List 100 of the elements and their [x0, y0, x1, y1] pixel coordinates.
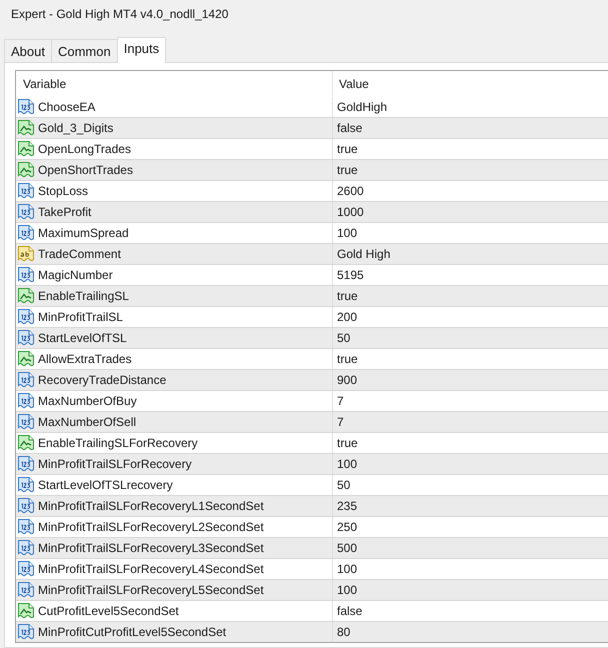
value-cell-text: true: [336, 288, 359, 305]
window-title: Expert - Gold High MT4 v4.0_nodll_1420: [11, 7, 228, 21]
parameter-row[interactable]: TradeComment Gold High: [16, 243, 608, 264]
variable-name: MinProfitTrailSLForRecoveryL1SecondSet: [38, 499, 264, 513]
value-cell-text: 100: [336, 456, 358, 473]
variable-name: MinProfitTrailSLForRecoveryL2SecondSet: [38, 520, 264, 534]
variable-name: CutProfitLevel5SecondSet: [38, 604, 179, 618]
variable-name: ChooseEA: [38, 100, 96, 114]
value-cell-text: 50: [336, 330, 352, 347]
chart-page-icon: [18, 435, 34, 451]
value-cell-text: true: [336, 141, 359, 158]
numbers-page-icon: [18, 372, 34, 388]
numbers-page-icon: [18, 309, 34, 325]
numbers-page-icon: [18, 498, 34, 514]
numbers-page-icon: [18, 540, 34, 556]
variable-name: AllowExtraTrades: [38, 352, 132, 366]
parameter-row[interactable]: EnableTrailingSL true: [16, 285, 608, 306]
numbers-page-icon: [18, 519, 34, 535]
value-cell-text: 100: [336, 561, 358, 578]
variable-name: MaxNumberOfSell: [38, 415, 136, 429]
value-cell-text: 250: [336, 519, 358, 536]
value-cell-text: true: [336, 162, 359, 179]
parameter-row[interactable]: MinProfitTrailSLForRecoveryL5SecondSet 100: [16, 579, 608, 600]
chart-page-icon: [18, 288, 34, 304]
numbers-page-icon: [18, 204, 34, 220]
letters-page-icon: [18, 246, 34, 262]
parameter-row[interactable]: StartLevelOfTSLrecovery 50: [16, 474, 608, 495]
variable-name: MinProfitTrailSL: [38, 310, 123, 324]
tab[interactable]: Inputs: [116, 37, 166, 63]
value-cell-text: 500: [336, 540, 358, 557]
value-cell-text: 100: [336, 582, 358, 599]
numbers-page-icon: [18, 267, 34, 283]
numbers-page-icon: [18, 477, 34, 493]
numbers-page-icon: [18, 99, 34, 115]
numbers-page-icon: [18, 225, 34, 241]
parameter-row[interactable]: RecoveryTradeDistance 900: [16, 369, 608, 390]
parameter-row[interactable]: StopLoss 2600: [16, 180, 608, 201]
value-cell-text: 7: [336, 414, 345, 431]
value-cell-text: 2600: [336, 183, 365, 200]
parameter-row[interactable]: MinProfitTrailSLForRecoveryL4SecondSet 100: [16, 558, 608, 579]
variable-name: MinProfitTrailSLForRecoveryL5SecondSet: [38, 583, 264, 597]
variable-name: MinProfitTrailSLForRecoveryL4SecondSet: [38, 562, 264, 576]
value-cell-text: 200: [336, 309, 358, 326]
column-header[interactable]: Value: [333, 71, 608, 96]
parameter-row[interactable]: MagicNumber 5195: [16, 264, 608, 285]
variable-name: MinProfitCutProfitLevel5SecondSet: [38, 625, 226, 639]
numbers-page-icon: [18, 330, 34, 346]
variable-name: StopLoss: [38, 184, 88, 198]
value-cell-text: 80: [336, 624, 352, 641]
variable-name: StartLevelOfTSLrecovery: [38, 478, 173, 492]
variable-name: RecoveryTradeDistance: [38, 373, 166, 387]
value-cell-text: 1000: [336, 204, 365, 221]
value-cell-text: 100: [336, 225, 358, 242]
value-cell-text: 235: [336, 498, 358, 515]
chart-page-icon: [18, 120, 34, 136]
variable-name: MagicNumber: [38, 268, 113, 282]
numbers-page-icon: [18, 414, 34, 430]
chart-page-icon: [18, 603, 34, 619]
parameter-row[interactable]: MaximumSpread 100: [16, 222, 608, 243]
value-cell-text: 900: [336, 372, 358, 389]
parameter-row[interactable]: CutProfitLevel5SecondSet false: [16, 600, 608, 621]
variable-name: TakeProfit: [38, 205, 92, 219]
parameter-row[interactable]: MinProfitTrailSL 200: [16, 306, 608, 327]
variable-name: MaximumSpread: [38, 226, 129, 240]
variable-name: MinProfitTrailSLForRecoveryL3SecondSet: [38, 541, 264, 555]
parameter-row[interactable]: MinProfitTrailSLForRecoveryL1SecondSet 235: [16, 495, 608, 516]
parameter-row[interactable]: MinProfitTrailSLForRecoveryL3SecondSet 500: [16, 537, 608, 558]
value-cell-text: GoldHigh: [336, 99, 388, 116]
variable-name: MinProfitTrailSLForRecovery: [38, 457, 192, 471]
variable-name: EnableTrailingSL: [38, 289, 129, 303]
parameter-row[interactable]: MinProfitCutProfitLevel5SecondSet 80: [16, 621, 608, 642]
value-cell-text: 50: [336, 477, 352, 494]
numbers-page-icon: [18, 393, 34, 409]
numbers-page-icon: [18, 624, 34, 640]
parameter-row[interactable]: Gold_3_Digits false: [16, 117, 608, 138]
variable-name: StartLevelOfTSL: [38, 331, 127, 345]
value-cell-text: true: [336, 351, 359, 368]
parameter-row[interactable]: EnableTrailingSLForRecovery true: [16, 432, 608, 453]
parameter-row[interactable]: MaxNumberOfSell 7: [16, 411, 608, 432]
parameter-row[interactable]: AllowExtraTrades true: [16, 348, 608, 369]
value-cell-text: true: [336, 435, 359, 452]
variable-name: MaxNumberOfBuy: [38, 394, 137, 408]
variable-name: TradeComment: [38, 247, 121, 261]
parameter-row[interactable]: StartLevelOfTSL 50: [16, 327, 608, 348]
parameter-row[interactable]: OpenLongTrades true: [16, 138, 608, 159]
parameter-row[interactable]: MinProfitTrailSLForRecovery 100: [16, 453, 608, 474]
chart-page-icon: [18, 141, 34, 157]
variable-name: EnableTrailingSLForRecovery: [38, 436, 198, 450]
parameter-row[interactable]: TakeProfit 1000: [16, 201, 608, 222]
numbers-page-icon: [18, 582, 34, 598]
tab[interactable]: About: [4, 39, 52, 62]
value-cell-text: Gold High: [336, 246, 392, 263]
chart-page-icon: [18, 351, 34, 367]
variable-name: OpenLongTrades: [38, 142, 131, 156]
value-cell-text: false: [336, 120, 364, 137]
parameter-row[interactable]: OpenShortTrades true: [16, 159, 608, 180]
variable-name: OpenShortTrades: [38, 163, 133, 177]
parameter-row[interactable]: MaxNumberOfBuy 7: [16, 390, 608, 411]
parameter-row[interactable]: MinProfitTrailSLForRecoveryL2SecondSet 250: [16, 516, 608, 537]
value-cell-text: false: [336, 603, 364, 620]
